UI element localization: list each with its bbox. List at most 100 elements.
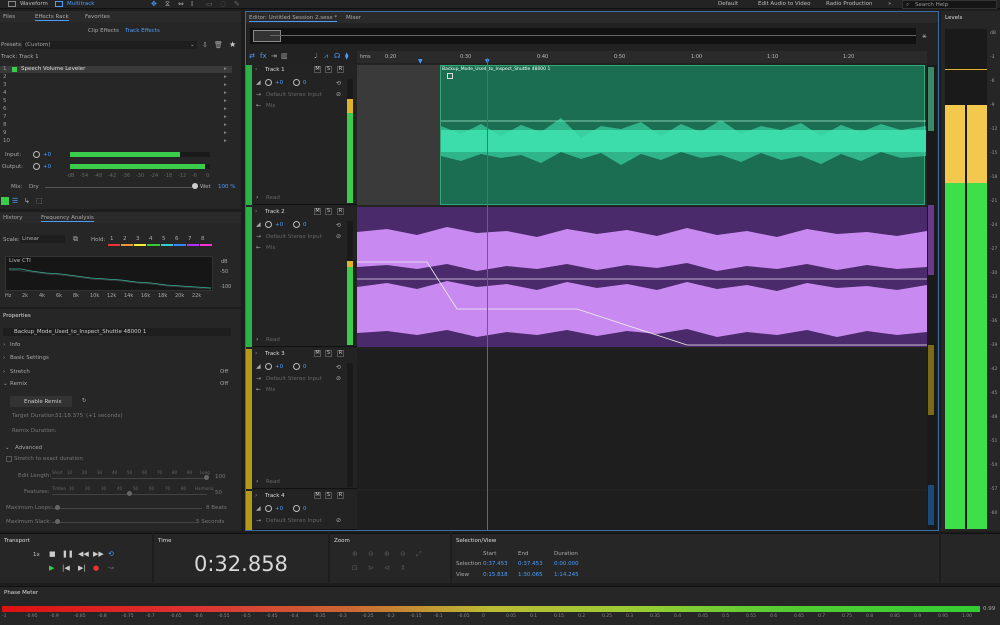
hold-button[interactable]: 5 [162,236,166,242]
headphones-icon[interactable]: ☊ [334,52,340,60]
hold-button[interactable]: 1 [110,236,114,242]
rack-apply-icon[interactable]: ⬚ [36,197,43,205]
sync-icon[interactable]: ⇄ [249,52,255,60]
track-expand-icon[interactable]: › [255,350,257,357]
slot-arrow-icon[interactable]: ▸ [224,138,227,144]
track-expand-icon[interactable]: › [255,492,257,499]
view-start[interactable]: 0:15.818 [483,572,508,578]
record-arm-button[interactable]: R [337,350,344,357]
record-arm-button[interactable]: R [337,492,344,499]
automation-toggle-icon[interactable]: › [256,336,258,343]
max-slack-slider[interactable] [52,522,197,523]
section-remix[interactable]: Remix [10,381,27,387]
multitrack-icon[interactable] [55,1,63,7]
mute-button[interactable]: M [314,350,321,357]
slot-arrow-icon[interactable]: ▸ [224,74,227,80]
solo-button[interactable]: S [325,492,332,499]
effect-slot[interactable]: 8 ▸ [0,122,232,129]
mute-button[interactable]: M [314,208,321,215]
playback-speed[interactable]: 1x [33,552,40,558]
save-preset-icon[interactable]: ⇩ [202,41,208,49]
mute-button[interactable]: M [314,66,321,73]
scale-options-icon[interactable]: ⧉ [73,235,78,244]
slot-arrow-icon[interactable]: ▸ [224,122,227,128]
effect-slot[interactable]: 6 ▸ [0,106,232,113]
effect-slot[interactable]: 1 Speech Volume Leveler ▸ [0,66,232,73]
brush-icon[interactable]: ✎ [234,0,240,8]
loop-icon[interactable]: ⟲ [108,550,114,558]
track-name[interactable]: Track 4 [265,493,285,499]
tab-effects-rack[interactable]: Effects Rack [35,14,69,21]
pan-knob[interactable] [293,363,300,370]
hold-button[interactable]: 2 [123,236,127,242]
enable-remix-button[interactable]: Enable Remix [10,396,72,407]
slot-arrow-icon[interactable]: ▸ [224,130,227,136]
effect-slot[interactable]: 3 ▸ [0,82,232,89]
tab-history[interactable]: History [3,215,23,221]
search-help-input[interactable]: ⌕ Search Help [902,0,997,9]
pan-knob[interactable] [293,79,300,86]
tab-frequency-analysis[interactable]: Frequency Analysis [41,215,94,222]
tab-favorites[interactable]: Favorites [85,14,110,20]
zoom-nav-icon[interactable]: ⚹ [922,31,927,41]
effect-slot[interactable]: 9 ▸ [0,130,232,137]
volume-knob[interactable] [265,363,272,370]
clip-name-field[interactable]: Backup_Mode_Used_to_Inspect_Shuttle 4800… [3,328,231,336]
move-tool-icon[interactable]: ✥ [151,0,157,8]
track-input[interactable]: Default Stereo Input [266,518,322,524]
max-slack-handle[interactable] [55,519,60,524]
track-output[interactable]: Mix [266,103,276,109]
overview-bar[interactable] [250,28,916,44]
vertical-scrollbar[interactable] [927,65,937,530]
delete-preset-icon[interactable]: 🗑 [214,41,223,49]
effect-slot[interactable]: 10 ▸ [0,138,232,145]
effect-slot[interactable]: 4 ▸ [0,90,232,97]
presets-dropdown[interactable]: (Custom) ⌄ [22,41,197,49]
track-name[interactable]: Track 1 [265,67,285,73]
slot-arrow-icon[interactable]: ▸ [224,90,227,96]
mix-slider-handle[interactable] [192,183,198,189]
eq-icon[interactable]: ▥ [281,52,288,60]
tab-mixer[interactable]: Mixer [346,15,361,21]
marquee-icon[interactable]: ▭ [206,0,213,8]
zoom-full-icon[interactable]: ⤢ [416,550,422,559]
solo-button[interactable]: S [325,350,332,357]
effect-slot[interactable]: 5 ▸ [0,98,232,105]
track-automation[interactable]: Read [266,337,280,343]
workspace-radio-production[interactable]: Radio Production [826,1,872,7]
rack-insert-icon[interactable]: ↳ [24,197,30,205]
record-icon[interactable]: ● [93,564,99,572]
rewind-icon[interactable]: ◀◀ [78,550,89,558]
pan-knob[interactable] [293,505,300,512]
volume-knob[interactable] [265,505,272,512]
zoom-selection-icon[interactable]: ⊡ [352,564,358,572]
automation-icon[interactable]: ⩘ [324,52,328,61]
edit-length-handle[interactable] [204,475,209,480]
mute-button[interactable]: M [314,492,321,499]
section-stretch[interactable]: Stretch [10,369,30,375]
volume-knob[interactable] [265,79,272,86]
input-knob[interactable] [33,151,40,158]
slot-arrow-icon[interactable]: ▸ [224,82,227,88]
wet-value[interactable]: 100 % [218,184,235,190]
track-expand-icon[interactable]: › [255,208,257,215]
subtab-clip-effects[interactable]: Clip Effects [88,28,119,34]
time-ruler[interactable]: hms 0:20 0:30 0:40 0:50 1:00 1:10 1:20 ▼… [357,51,927,65]
automation-toggle-icon[interactable]: › [256,194,258,201]
time-selection-icon[interactable]: I [191,0,193,8]
track-expand-icon[interactable]: › [255,66,257,73]
track-name[interactable]: Track 3 [265,351,285,357]
track-lane-2[interactable] [357,207,927,347]
max-loops-handle[interactable] [55,505,60,510]
zoom-out-point-icon[interactable]: ⊲ [384,564,390,572]
play-icon[interactable]: ▶ [49,564,54,572]
zoom-in-time-icon[interactable]: ⊕ [384,550,390,558]
zoom-out-time-icon[interactable]: ⊖ [400,550,406,558]
track-fx-icon[interactable]: ⟲ [336,80,341,87]
playhead-line[interactable] [487,58,488,530]
max-loops-slider[interactable] [52,508,202,509]
record-arm-button[interactable]: R [337,208,344,215]
selection-duration[interactable]: 0:00.000 [554,561,579,567]
track-lane-1[interactable]: Backup_Mode_Used_to_Inspect_Shuttle 4800… [357,65,927,205]
skip-silence-icon[interactable]: ↝ [108,564,114,572]
